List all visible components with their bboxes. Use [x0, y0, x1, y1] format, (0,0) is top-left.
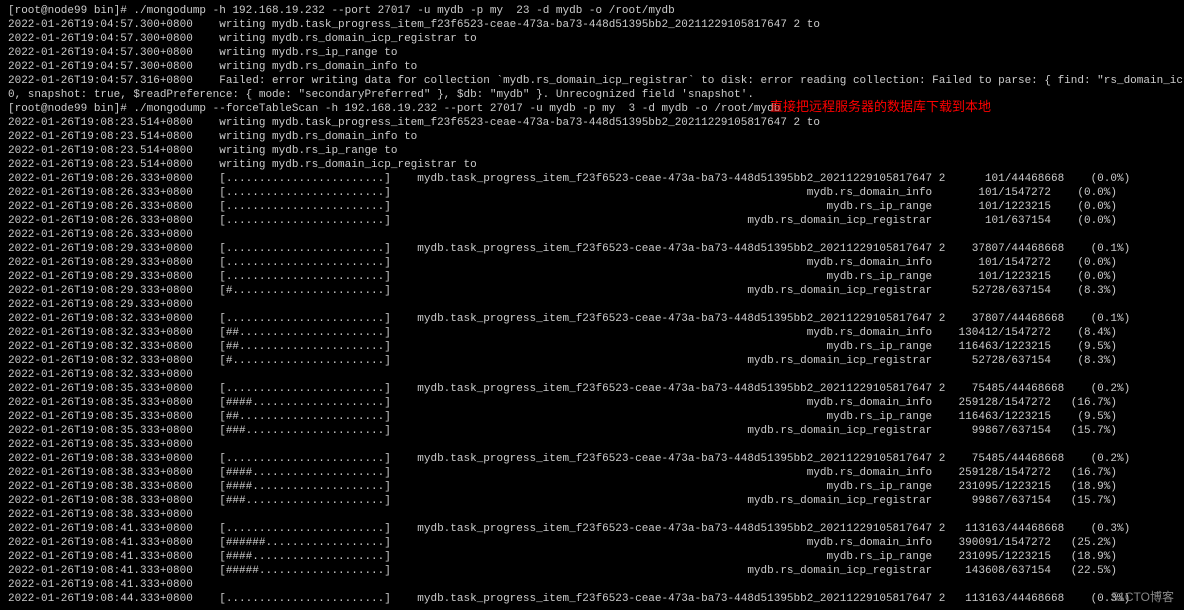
terminal-line: [root@node99 bin]# ./mongodump -h 192.16…	[8, 4, 1176, 18]
terminal-line: 2022-01-26T19:08:26.333+0800	[8, 228, 1176, 242]
terminal-line: 2022-01-26T19:08:41.333+0800	[8, 578, 1176, 592]
terminal-line: 2022-01-26T19:08:26.333+0800 [..........…	[8, 186, 1176, 200]
terminal-line: 2022-01-26T19:04:57.316+0800 Failed: err…	[8, 74, 1176, 88]
terminal-line: 2022-01-26T19:08:35.333+0800 [##........…	[8, 410, 1176, 424]
shell-prompt: [root@node99 bin]#	[8, 5, 133, 17]
terminal-line: 2022-01-26T19:04:57.300+0800 writing myd…	[8, 32, 1176, 46]
terminal-line: 2022-01-26T19:08:32.333+0800 [..........…	[8, 312, 1176, 326]
terminal-line: 2022-01-26T19:08:38.333+0800	[8, 508, 1176, 522]
terminal-line: 2022-01-26T19:04:57.300+0800 writing myd…	[8, 18, 1176, 32]
terminal-line: 2022-01-26T19:08:35.333+0800 [..........…	[8, 382, 1176, 396]
terminal-line: 2022-01-26T19:08:23.514+0800 writing myd…	[8, 158, 1176, 172]
terminal-line: 2022-01-26T19:08:41.333+0800 [######....…	[8, 536, 1176, 550]
terminal-line: 2022-01-26T19:08:41.333+0800 [####......…	[8, 550, 1176, 564]
terminal-line: 2022-01-26T19:08:35.333+0800 [###.......…	[8, 424, 1176, 438]
terminal-line: 2022-01-26T19:08:32.333+0800 [#.........…	[8, 354, 1176, 368]
terminal-line: 2022-01-26T19:08:38.333+0800 [####......…	[8, 480, 1176, 494]
terminal-line: 2022-01-26T19:08:23.514+0800 writing myd…	[8, 130, 1176, 144]
terminal-line: 2022-01-26T19:08:29.333+0800 [..........…	[8, 256, 1176, 270]
terminal-line: 2022-01-26T19:08:35.333+0800	[8, 438, 1176, 452]
terminal-line: 2022-01-26T19:08:44.333+0800 [..........…	[8, 592, 1176, 606]
watermark: 51CTO博客	[1112, 590, 1174, 604]
terminal-line: 2022-01-26T19:08:23.514+0800 writing myd…	[8, 144, 1176, 158]
terminal-output: [root@node99 bin]# ./mongodump -h 192.16…	[8, 4, 1176, 606]
terminal-line: 2022-01-26T19:08:32.333+0800 [##........…	[8, 340, 1176, 354]
terminal-line: 2022-01-26T19:08:23.514+0800 writing myd…	[8, 116, 1176, 130]
terminal-line: 2022-01-26T19:08:38.333+0800 [####......…	[8, 466, 1176, 480]
terminal-line: 2022-01-26T19:08:41.333+0800 [..........…	[8, 522, 1176, 536]
terminal-line: 2022-01-26T19:08:38.333+0800 [###.......…	[8, 494, 1176, 508]
terminal-line: 2022-01-26T19:08:32.333+0800	[8, 368, 1176, 382]
shell-prompt: [root@node99 bin]#	[8, 103, 133, 115]
terminal-line: 2022-01-26T19:08:32.333+0800 [##........…	[8, 326, 1176, 340]
annotation-text: 直接把远程服务器的数据库下载到本地	[770, 100, 991, 114]
terminal-line: 2022-01-26T19:04:57.300+0800 writing myd…	[8, 46, 1176, 60]
terminal-line: 2022-01-26T19:08:29.333+0800	[8, 298, 1176, 312]
terminal-line: 2022-01-26T19:04:57.300+0800 writing myd…	[8, 60, 1176, 74]
terminal-line: 2022-01-26T19:08:29.333+0800 [#.........…	[8, 284, 1176, 298]
terminal-line: 2022-01-26T19:08:41.333+0800 [#####.....…	[8, 564, 1176, 578]
terminal-line: 2022-01-26T19:08:38.333+0800 [..........…	[8, 452, 1176, 466]
terminal-line: 2022-01-26T19:08:26.333+0800 [..........…	[8, 172, 1176, 186]
terminal-line: 2022-01-26T19:08:26.333+0800 [..........…	[8, 200, 1176, 214]
terminal-line: 2022-01-26T19:08:35.333+0800 [####......…	[8, 396, 1176, 410]
terminal-line: 2022-01-26T19:08:29.333+0800 [..........…	[8, 242, 1176, 256]
terminal-line: 2022-01-26T19:08:29.333+0800 [..........…	[8, 270, 1176, 284]
terminal-line: [root@node99 bin]# ./mongodump --forceTa…	[8, 102, 1176, 116]
terminal-line: 0, snapshot: true, $readPreference: { mo…	[8, 88, 1176, 102]
terminal-line: 2022-01-26T19:08:26.333+0800 [..........…	[8, 214, 1176, 228]
